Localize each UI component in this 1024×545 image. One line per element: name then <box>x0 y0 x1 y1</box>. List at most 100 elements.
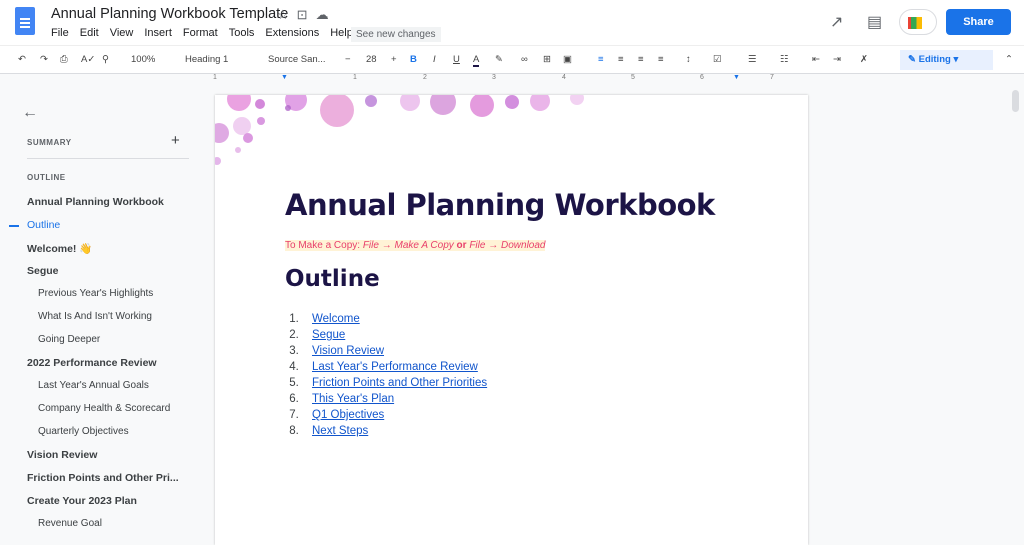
outline-link[interactable]: Friction Points and Other Priorities <box>312 377 487 389</box>
bullet-list-icon[interactable]: ☰ <box>748 54 757 65</box>
outline-link[interactable]: Last Year's Performance Review <box>312 361 478 373</box>
sidebar-outline-item[interactable]: Friction Points and Other Pri... <box>27 472 179 484</box>
style-select[interactable]: Heading 1 <box>185 54 228 65</box>
justify-icon[interactable]: ≡ <box>658 54 664 65</box>
sidebar-outline-item[interactable]: Revenue Goal <box>38 518 102 529</box>
list-item: Last Year's Performance Review <box>302 359 487 375</box>
sidebar-outline-item[interactable]: What Is And Isn't Working <box>38 311 152 322</box>
bubble <box>257 117 265 125</box>
bold-icon[interactable]: B <box>410 54 417 65</box>
sidebar-outline-item[interactable]: Welcome! 👋 <box>27 242 92 255</box>
menu-edit[interactable]: Edit <box>80 27 99 39</box>
list-item: This Year's Plan <box>302 391 487 407</box>
menu-bar: File Edit View Insert Format Tools Exten… <box>51 27 353 39</box>
share-button[interactable]: Share <box>946 9 1011 35</box>
increase-size-button[interactable]: + <box>391 54 397 65</box>
bubble <box>227 95 251 111</box>
add-summary-icon[interactable]: + <box>171 132 180 149</box>
zoom-select[interactable]: 100% <box>131 54 155 65</box>
sidebar-outline-item[interactable]: Outline <box>27 219 60 231</box>
line-spacing-icon[interactable]: ↕ <box>686 54 691 65</box>
print-icon[interactable]: ⎙ <box>60 54 68 65</box>
ruler-label: 5 <box>631 74 635 81</box>
copy-instructions: To Make a Copy: File → Make A Copy or Fi… <box>285 240 546 251</box>
document-page[interactable]: Annual Planning Workbook To Make a Copy:… <box>215 95 808 545</box>
paint-format-icon[interactable]: ⚲ <box>102 54 109 65</box>
undo-icon[interactable]: ↶ <box>18 54 26 65</box>
bubble <box>215 123 229 143</box>
link-icon[interactable]: ∞ <box>521 54 528 65</box>
font-size-input[interactable]: 28 <box>366 54 377 65</box>
spellcheck-icon[interactable]: A✓ <box>81 54 95 65</box>
ruler-label: 1 <box>213 74 217 81</box>
move-folder-icon[interactable]: ⊡ <box>297 7 316 22</box>
sidebar-outline-item[interactable]: Vision Review <box>27 449 97 461</box>
decrease-size-button[interactable]: − <box>345 54 351 65</box>
bubble <box>320 95 354 127</box>
sidebar-outline-item[interactable]: Company Health & Scorecard <box>38 403 170 414</box>
clear-formatting-icon[interactable]: ✗ <box>860 54 868 65</box>
sidebar-outline-item[interactable]: Annual Planning Workbook <box>27 196 164 208</box>
sidebar-outline-item[interactable]: Segue <box>27 265 59 277</box>
outline-link[interactable]: Vision Review <box>312 345 384 357</box>
ruler-label: 4 <box>562 74 566 81</box>
star-icon[interactable]: ☆ <box>277 7 297 22</box>
outline-heading: Outline <box>285 266 380 292</box>
align-left-icon[interactable]: ≡ <box>598 54 604 65</box>
numbered-list-icon[interactable]: ☷ <box>780 54 789 65</box>
docs-logo-icon[interactable] <box>15 7 35 35</box>
back-arrow-icon[interactable]: ← <box>22 104 38 122</box>
editing-mode-select[interactable]: ✎ Editing ▾ <box>900 50 993 70</box>
image-icon[interactable]: ▣ <box>563 54 572 65</box>
redo-icon[interactable]: ↷ <box>40 54 48 65</box>
ruler-label: 2 <box>423 74 427 81</box>
align-right-icon[interactable]: ≡ <box>638 54 644 65</box>
checklist-icon[interactable]: ☑ <box>713 54 722 65</box>
right-indent-marker-icon[interactable]: ▼ <box>733 74 740 81</box>
menu-format[interactable]: Format <box>183 27 218 39</box>
italic-icon[interactable]: I <box>433 54 436 65</box>
sidebar-outline-item[interactable]: Create Your 2023 Plan <box>27 495 137 507</box>
font-select[interactable]: Source San... <box>268 54 326 65</box>
increase-indent-icon[interactable]: ⇥ <box>833 54 841 65</box>
menu-help[interactable]: Help <box>330 27 353 39</box>
cloud-status-icon[interactable]: ☁ <box>316 7 337 22</box>
meet-button[interactable] <box>899 9 937 35</box>
decrease-indent-icon[interactable]: ⇤ <box>812 54 820 65</box>
outline-sidebar: ← SUMMARY + OUTLINE Annual Planning Work… <box>0 86 215 539</box>
activity-trend-icon[interactable]: ↗ <box>830 12 843 32</box>
document-title-heading: Annual Planning Workbook <box>285 188 715 222</box>
outline-list: Welcome Segue Vision Review Last Year's … <box>302 311 487 439</box>
sidebar-outline-item[interactable]: Going Deeper <box>38 334 100 345</box>
outline-link[interactable]: Next Steps <box>312 425 368 437</box>
see-new-changes-button[interactable]: See new changes <box>351 27 441 42</box>
scrollbar[interactable] <box>1012 90 1019 112</box>
sidebar-outline-item[interactable]: 2022 Performance Review <box>27 357 157 369</box>
sidebar-outline-item[interactable]: Quarterly Objectives <box>38 426 129 437</box>
align-center-icon[interactable]: ≡ <box>618 54 624 65</box>
menu-file[interactable]: File <box>51 27 69 39</box>
bubble <box>570 95 584 105</box>
sidebar-outline-item[interactable]: Previous Year's Highlights <box>38 288 153 299</box>
meet-icon <box>908 17 922 29</box>
highlight-icon[interactable]: ✎ <box>495 54 503 65</box>
sidebar-outline-item[interactable]: Last Year's Annual Goals <box>38 380 149 391</box>
menu-insert[interactable]: Insert <box>144 27 172 39</box>
outline-link[interactable]: This Year's Plan <box>312 393 394 405</box>
bubble <box>235 147 241 153</box>
outline-link[interactable]: Welcome <box>312 313 360 325</box>
collapse-toolbar-icon[interactable]: ⌃ <box>1005 54 1013 65</box>
outline-link[interactable]: Q1 Objectives <box>312 409 384 421</box>
ruler[interactable]: 1 ▼ 1 2 3 4 5 6 ▼ 7 <box>213 74 808 86</box>
document-title[interactable]: Annual Planning Workbook Template <box>51 6 288 22</box>
comment-add-icon[interactable]: ⊞ <box>543 54 551 65</box>
text-color-icon[interactable]: A <box>473 54 480 67</box>
bubble <box>505 95 519 109</box>
outline-link[interactable]: Segue <box>312 329 345 341</box>
menu-tools[interactable]: Tools <box>229 27 255 39</box>
underline-icon[interactable]: U <box>453 54 460 65</box>
indent-marker-icon[interactable]: ▼ <box>281 74 288 81</box>
menu-view[interactable]: View <box>110 27 134 39</box>
comments-icon[interactable]: ▤ <box>867 12 882 32</box>
menu-extensions[interactable]: Extensions <box>265 27 319 39</box>
